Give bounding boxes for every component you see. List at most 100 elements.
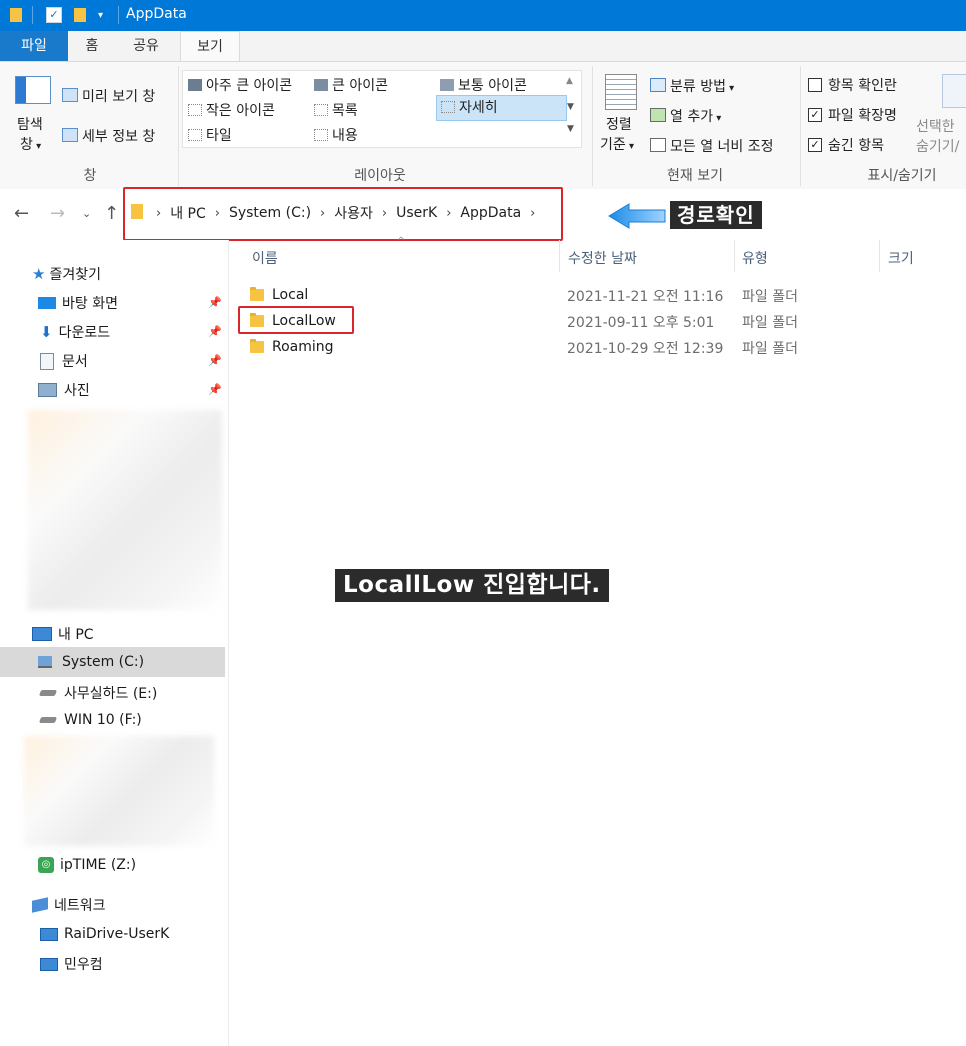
layout-small-icons[interactable]: 작은 아이콘: [188, 100, 275, 120]
system-drive-icon: [38, 656, 52, 668]
hidden-items-checkbox[interactable]: ✓: [808, 138, 822, 152]
layout-list[interactable]: 목록: [314, 100, 358, 120]
list-icon: [314, 104, 328, 116]
file-name[interactable]: Local: [272, 287, 308, 303]
gallery-scroll-up-icon[interactable]: ▲: [566, 76, 573, 86]
layout-content[interactable]: 내용: [314, 125, 358, 145]
file-type: 파일 폴더: [742, 315, 798, 331]
sidebar-drive-f[interactable]: WIN 10 (F:): [38, 712, 142, 728]
nav-pane-dropdown[interactable]: 창 ▾: [20, 134, 41, 154]
column-header-name[interactable]: 이름: [252, 248, 278, 268]
file-type: 파일 폴더: [742, 341, 798, 357]
gallery-expand-icon[interactable]: ▼: [567, 124, 574, 134]
nav-pane-icon[interactable]: [15, 76, 51, 104]
back-arrow-icon[interactable]: ←: [14, 203, 29, 224]
preview-pane-button[interactable]: 미리 보기 창: [62, 86, 155, 106]
details-icon: [441, 101, 455, 113]
forward-arrow-icon[interactable]: →: [50, 203, 65, 224]
add-columns-button[interactable]: 열 추가 ▾: [650, 106, 721, 126]
group-label-pane: 창: [83, 168, 97, 184]
pin-icon[interactable]: 📌: [208, 383, 222, 396]
table-row[interactable]: Local: [250, 284, 308, 306]
item-checkboxes-label[interactable]: 항목 확인란: [828, 75, 897, 95]
sidebar-drive-z[interactable]: ◎ ipTIME (Z:): [38, 857, 136, 873]
sort-caret-icon: ^: [397, 236, 406, 247]
layout-medium-icons[interactable]: 보통 아이콘: [440, 75, 527, 95]
window-title: AppData: [126, 6, 187, 22]
pointer-arrow-icon: [608, 203, 666, 229]
file-extensions-checkbox[interactable]: ✓: [808, 108, 822, 122]
layout-tiles[interactable]: 타일: [188, 125, 232, 145]
sidebar-network-minwoo[interactable]: 민우컴: [40, 954, 103, 974]
locallow-highlight-box: [238, 306, 354, 334]
properties-icon[interactable]: ✓: [46, 5, 62, 25]
size-all-columns-button[interactable]: 모든 열 너비 조정: [650, 136, 774, 156]
column-divider[interactable]: [879, 240, 880, 272]
hide-selected-icon[interactable]: [942, 74, 966, 108]
tab-share[interactable]: 공유: [124, 31, 168, 61]
details-pane-button[interactable]: 세부 정보 창: [62, 126, 155, 146]
sidebar-network[interactable]: 네트워크: [32, 895, 106, 915]
tab-view[interactable]: 보기: [180, 31, 240, 62]
column-divider[interactable]: [734, 240, 735, 272]
computer-icon: [40, 957, 58, 971]
up-arrow-icon[interactable]: ↑: [104, 203, 119, 224]
column-header-modified[interactable]: 수정한 날짜: [568, 248, 637, 268]
document-icon: [40, 352, 54, 370]
sidebar-item-documents[interactable]: 문서: [40, 351, 88, 371]
sidebar-item-pictures[interactable]: 사진: [38, 380, 90, 400]
group-by-icon: [650, 78, 666, 92]
sort-by-label[interactable]: 정렬: [606, 114, 632, 134]
desktop-icon: [38, 297, 56, 309]
customize-toolbar-icon[interactable]: ▾: [98, 5, 103, 25]
sidebar-network-raidrive[interactable]: RaiDrive-UserK: [40, 926, 169, 942]
hidden-items-label[interactable]: 숨긴 항목: [828, 135, 884, 155]
sidebar-item-desktop[interactable]: 바탕 화면: [38, 293, 118, 313]
sidebar-drive-c[interactable]: System (C:): [38, 654, 144, 670]
pin-icon[interactable]: 📌: [208, 325, 222, 338]
column-header-type[interactable]: 유형: [742, 248, 768, 268]
pane-divider: [228, 240, 229, 1046]
table-row[interactable]: Roaming: [250, 336, 334, 358]
ribbon: 탐색 창 ▾ 미리 보기 창 세부 정보 창 창 아주 큰 아이콘 큰 아이콘 …: [0, 61, 966, 191]
tiles-icon: [188, 129, 202, 141]
gallery-scroll-down-icon[interactable]: ▼: [567, 102, 574, 112]
blurred-region: [24, 736, 214, 846]
group-label-layout: 레이아웃: [354, 168, 406, 184]
tab-file[interactable]: 파일: [0, 31, 68, 61]
group-by-button[interactable]: 분류 방법 ▾: [650, 76, 734, 96]
drive-icon: [38, 690, 58, 696]
drive-icon: [38, 717, 58, 723]
sort-by-dropdown[interactable]: 기준 ▾: [600, 134, 634, 154]
recent-locations-chevron-icon[interactable]: ⌄: [82, 207, 91, 220]
layout-large-icons[interactable]: 큰 아이콘: [314, 75, 388, 95]
nav-pane-label[interactable]: 탐색: [17, 114, 43, 134]
pin-icon[interactable]: 📌: [208, 296, 222, 309]
tab-home[interactable]: 홈: [74, 31, 110, 61]
sidebar-this-pc[interactable]: 내 PC: [32, 624, 94, 644]
pin-icon[interactable]: 📌: [208, 354, 222, 367]
hide-selected-label-1[interactable]: 선택한: [916, 116, 955, 136]
sort-by-icon[interactable]: [605, 74, 637, 110]
folder-icon: [10, 5, 22, 25]
layout-details[interactable]: 자세히: [436, 95, 567, 121]
item-checkboxes-checkbox[interactable]: [808, 78, 822, 92]
group-label-current-view: 현재 보기: [667, 168, 723, 184]
file-name[interactable]: Roaming: [272, 339, 334, 355]
sidebar-drive-e[interactable]: 사무실하드 (E:): [38, 683, 157, 703]
hide-selected-label-2[interactable]: 숨기기/: [916, 136, 959, 156]
sidebar-item-downloads[interactable]: ⬇ 다운로드: [40, 322, 110, 342]
column-header-size[interactable]: 크기: [888, 248, 914, 268]
layout-extra-large-icons[interactable]: 아주 큰 아이콘: [188, 75, 292, 95]
sidebar-quick-access[interactable]: ★ 즐겨찾기: [32, 264, 101, 284]
file-modified: 2021-11-21 오전 11:16: [567, 289, 724, 305]
network-icon: [32, 897, 48, 913]
new-folder-icon[interactable]: [74, 5, 86, 25]
globe-icon: ◎: [38, 857, 54, 873]
column-divider[interactable]: [559, 240, 560, 272]
size-columns-icon: [650, 138, 666, 152]
file-type: 파일 폴더: [742, 289, 798, 305]
file-extensions-label[interactable]: 파일 확장명: [828, 105, 897, 125]
large-icons-icon: [314, 79, 328, 91]
star-icon: ★: [32, 265, 46, 283]
